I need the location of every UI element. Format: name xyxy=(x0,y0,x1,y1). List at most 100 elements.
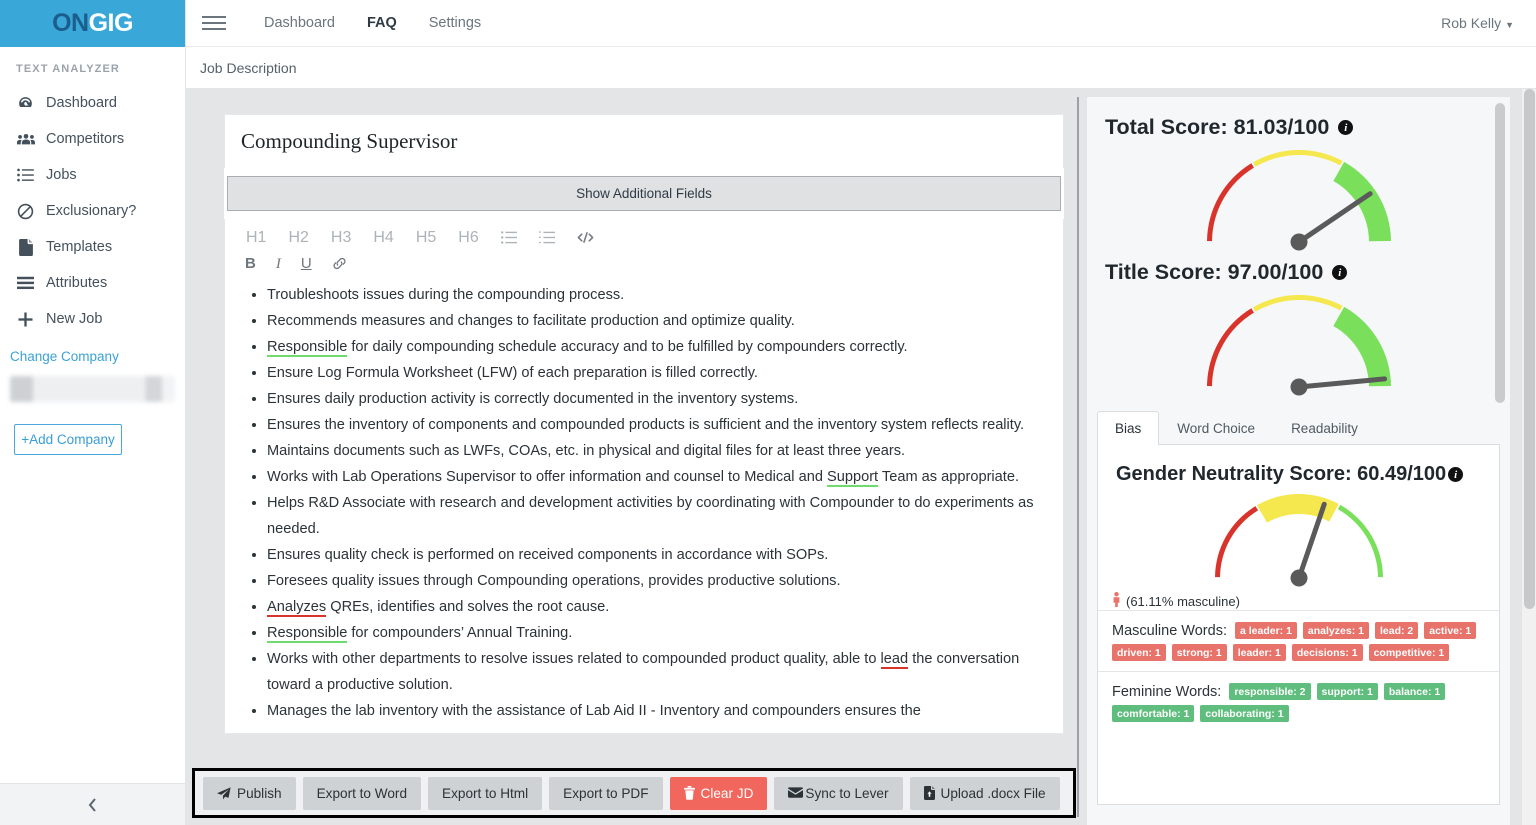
upload-docx-button[interactable]: Upload .docx File xyxy=(909,776,1060,810)
masculine-words-section: Masculine Words: a leader: 1 analyzes: 1 l… xyxy=(1098,610,1499,671)
sidebar-item-templates[interactable]: Templates xyxy=(0,229,185,265)
responsibility-item: Ensures the inventory of components and … xyxy=(267,413,1045,439)
feminine-words-label: Feminine Words: xyxy=(1112,683,1222,700)
feminine-words-section: Feminine Words: responsible: 2 support: 1… xyxy=(1098,671,1499,732)
masculine-word-chip[interactable]: a leader: 1 xyxy=(1234,622,1297,639)
speedometer-icon xyxy=(16,95,35,111)
hamburger-menu-icon[interactable] xyxy=(202,12,226,34)
tab-readability[interactable]: Readability xyxy=(1273,411,1376,445)
publish-label: Publish xyxy=(237,785,282,801)
flagged-word-masculine[interactable]: Analyzes xyxy=(267,598,327,617)
plus-icon xyxy=(16,311,35,327)
logo-gig: GIG xyxy=(88,9,134,37)
masculine-word-chip[interactable]: competitive: 1 xyxy=(1368,644,1450,661)
numbered-list-icon[interactable] xyxy=(528,227,566,248)
export-html-label: Export to Html xyxy=(442,785,529,801)
analysis-pane-scrollbar[interactable] xyxy=(1495,103,1505,819)
masculine-words-row: Masculine Words: a leader: 1 analyzes: 1 l… xyxy=(1112,622,1485,661)
company-selector-redacted[interactable] xyxy=(10,376,175,402)
upload-file-icon xyxy=(923,786,935,800)
italic-button[interactable]: I xyxy=(266,253,291,276)
upload-docx-label: Upload .docx File xyxy=(940,785,1046,801)
rich-text-editor: H1 H2 H3 H4 H5 H6 B I U • Troubleshoots … xyxy=(224,219,1064,734)
feminine-word-chip[interactable]: collaborating: 1 xyxy=(1200,705,1289,722)
action-bar: Publish Export to Word Export to Html Ex… xyxy=(192,768,1076,818)
flagged-word-masculine[interactable]: lead xyxy=(880,650,909,669)
info-icon[interactable]: i xyxy=(1448,467,1464,482)
topnav-faq[interactable]: FAQ xyxy=(351,9,413,37)
flagged-word-feminine[interactable]: Responsible xyxy=(267,624,348,643)
change-company-link[interactable]: Change Company xyxy=(0,337,185,370)
clear-jd-button[interactable]: Clear JD xyxy=(669,776,768,810)
heading-2-button[interactable]: H2 xyxy=(277,225,319,251)
heading-3-button[interactable]: H3 xyxy=(320,225,362,251)
scrollbar-thumb[interactable] xyxy=(1495,103,1505,403)
envelope-icon xyxy=(788,787,804,799)
ban-icon xyxy=(16,203,35,219)
sidebar-collapse-button[interactable] xyxy=(0,783,185,825)
masculine-word-chip[interactable]: decisions: 1 xyxy=(1291,644,1363,661)
heading-1-button[interactable]: H1 xyxy=(235,225,277,251)
sidebar-item-dashboard[interactable]: Dashboard xyxy=(0,85,185,121)
feminine-word-chip[interactable]: balance: 1 xyxy=(1383,683,1446,700)
export-to-word-button[interactable]: Export to Word xyxy=(302,776,422,810)
flagged-word-feminine[interactable]: Support xyxy=(827,468,879,487)
feminine-word-chip[interactable]: comfortable: 1 xyxy=(1112,705,1195,722)
list-icon xyxy=(16,167,35,183)
sidebar-item-competitors[interactable]: Competitors xyxy=(0,121,185,157)
job-description-body[interactable]: Troubleshoots issues during the compound… xyxy=(225,279,1063,732)
masculine-word-chip[interactable]: leader: 1 xyxy=(1232,644,1286,661)
sidebar-item-label: Templates xyxy=(46,239,113,255)
sidebar-item-attributes[interactable]: Attributes xyxy=(0,265,185,301)
publish-button[interactable]: Publish xyxy=(203,776,296,810)
sync-to-lever-button[interactable]: Sync to Lever xyxy=(774,776,903,810)
masculine-word-chip[interactable]: strong: 1 xyxy=(1171,644,1227,661)
tab-word-choice[interactable]: Word Choice xyxy=(1159,411,1273,445)
heading-5-button[interactable]: H5 xyxy=(405,225,447,251)
masculine-word-chip[interactable]: driven: 1 xyxy=(1112,644,1166,661)
job-description-pane: Compounding Supervisor Show Additional F… xyxy=(186,89,1079,825)
job-title-input[interactable]: Compounding Supervisor xyxy=(224,114,1064,168)
total-score-gauge xyxy=(1087,136,1510,254)
analysis-tabs: Bias Word Choice Readability xyxy=(1097,411,1500,445)
sidebar-item-exclusionary[interactable]: Exclusionary? xyxy=(0,193,185,229)
underline-button[interactable]: U xyxy=(291,253,322,276)
export-to-html-button[interactable]: Export to Html xyxy=(428,776,543,810)
chevron-left-icon xyxy=(88,797,96,812)
feminine-word-chip[interactable]: responsible: 2 xyxy=(1229,683,1311,700)
info-icon[interactable]: i xyxy=(1332,265,1348,280)
flagged-word-feminine[interactable]: Responsible xyxy=(267,339,348,358)
topnav-dashboard[interactable]: Dashboard xyxy=(248,9,351,37)
masculine-word-chip[interactable]: active: 1 xyxy=(1424,622,1477,639)
masculine-percentage: (61.11% masculine) xyxy=(1098,590,1499,610)
heading-6-button[interactable]: H6 xyxy=(447,225,489,251)
show-additional-fields-button[interactable]: Show Additional Fields xyxy=(227,176,1061,211)
user-menu[interactable]: Rob Kelly ▼ xyxy=(1441,15,1514,31)
sidebar-item-new-job[interactable]: New Job xyxy=(0,301,185,337)
page-scrollbar[interactable] xyxy=(1521,89,1536,825)
job-description-card: Compounding Supervisor Show Additional F… xyxy=(224,114,1064,734)
logo-on: ON xyxy=(52,9,89,37)
add-company-button[interactable]: +Add Company xyxy=(14,424,122,455)
link-icon[interactable] xyxy=(322,254,357,273)
export-to-pdf-button[interactable]: Export to PDF xyxy=(549,776,663,810)
masculine-word-chip[interactable]: lead: 2 xyxy=(1374,622,1419,639)
sidebar-section-title: TEXT ANALYZER xyxy=(16,63,120,75)
logo[interactable]: ONGIG xyxy=(0,0,185,47)
responsibility-item: Manages the lab inventory with the assis… xyxy=(267,699,1045,725)
bullet-list-icon[interactable] xyxy=(490,227,528,248)
masculine-word-chip[interactable]: analyzes: 1 xyxy=(1302,622,1369,639)
scrollbar-thumb[interactable] xyxy=(1524,89,1535,609)
editor-toolbar-row-1: H1 H2 H3 H4 H5 H6 xyxy=(225,219,1063,251)
heading-4-button[interactable]: H4 xyxy=(362,225,404,251)
tab-bias[interactable]: Bias xyxy=(1097,411,1160,445)
feminine-word-chip[interactable]: support: 1 xyxy=(1316,683,1378,700)
users-icon xyxy=(16,131,35,147)
bold-button[interactable]: B xyxy=(235,253,266,276)
editor-toolbar-row-2: B I U xyxy=(225,251,1063,280)
score-card: Total Score: 81.03/100 i Title Score: 97… xyxy=(1087,97,1510,825)
topnav-settings[interactable]: Settings xyxy=(413,9,497,37)
code-icon[interactable] xyxy=(566,227,605,248)
sidebar-item-jobs[interactable]: Jobs xyxy=(0,157,185,193)
info-icon[interactable]: i xyxy=(1338,120,1354,135)
